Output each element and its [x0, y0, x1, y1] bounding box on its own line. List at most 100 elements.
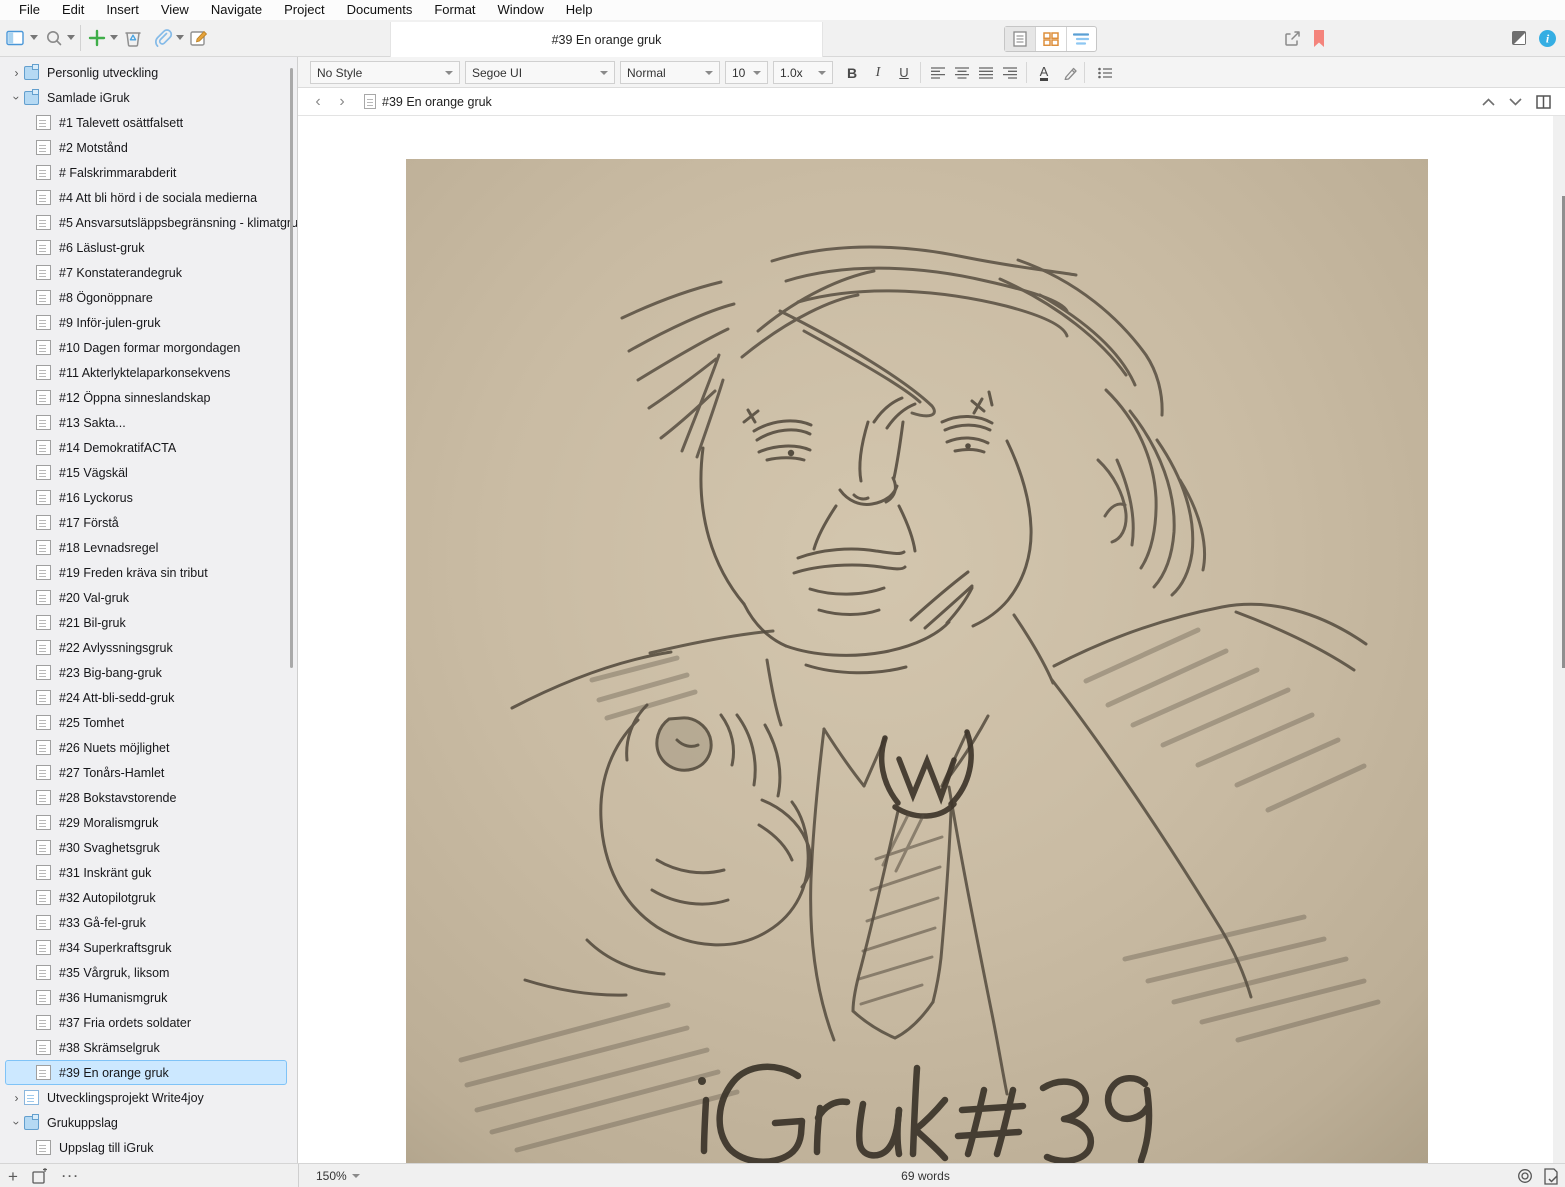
binder-item[interactable]: #7 Konstaterandegruk: [5, 260, 287, 285]
underline-button[interactable]: U: [892, 61, 916, 84]
binder-item[interactable]: #24 Att-bli-sedd-gruk: [5, 685, 287, 710]
binder-item[interactable]: #30 Svaghetsgruk: [5, 835, 287, 860]
binder-item[interactable]: ›Grukuppslag: [5, 1110, 287, 1135]
split-view-icon[interactable]: [1536, 95, 1551, 109]
list-format-button[interactable]: [1090, 61, 1124, 84]
binder-item[interactable]: #27 Tonårs-Hamlet: [5, 760, 287, 785]
menu-file[interactable]: File: [8, 0, 51, 20]
binder-add-icon[interactable]: +: [8, 1168, 18, 1185]
highlight-pen-icon[interactable]: [1058, 61, 1082, 84]
bookmark-icon[interactable]: [1308, 27, 1330, 49]
outline-view-button[interactable]: [1066, 27, 1096, 51]
font-size-dropdown[interactable]: 10: [725, 61, 768, 84]
bold-button[interactable]: B: [840, 61, 864, 84]
binder-item[interactable]: #25 Tomhet: [5, 710, 287, 735]
attach-paperclip-icon[interactable]: [152, 27, 174, 49]
binder-item[interactable]: #33 Gå-fel-gruk: [5, 910, 287, 935]
corkboard-view-button[interactable]: [1035, 27, 1065, 51]
binder-item[interactable]: #9 Inför-julen-gruk: [5, 310, 287, 335]
binder-item[interactable]: #4 Att bli hörd i de sociala medierna: [5, 185, 287, 210]
menu-edit[interactable]: Edit: [51, 0, 95, 20]
menu-project[interactable]: Project: [273, 0, 335, 20]
binder-add-group-icon[interactable]: [32, 1168, 48, 1184]
line-spacing-dropdown[interactable]: 1.0x: [773, 61, 833, 84]
style-dropdown[interactable]: No Style: [310, 61, 460, 84]
inspector-info-icon[interactable]: i: [1536, 27, 1558, 49]
align-center-icon[interactable]: [950, 61, 974, 84]
binder-item[interactable]: #11 Akterlyktelaparkonsekvens: [5, 360, 287, 385]
align-justify-icon[interactable]: [974, 61, 998, 84]
binder-item[interactable]: #39 En orange gruk: [5, 1060, 287, 1085]
menu-format[interactable]: Format: [423, 0, 486, 20]
binder-item[interactable]: #8 Ögonöppnare: [5, 285, 287, 310]
binder-item[interactable]: #28 Bokstavstorende: [5, 785, 287, 810]
document-check-icon[interactable]: [1543, 1168, 1559, 1185]
menu-window[interactable]: Window: [487, 0, 555, 20]
binder-item[interactable]: #6 Läslust-gruk: [5, 235, 287, 260]
chevron-expanded-icon[interactable]: ›: [10, 90, 24, 105]
binder-item[interactable]: #15 Vägskäl: [5, 460, 287, 485]
document-image[interactable]: [406, 159, 1428, 1163]
binder-item[interactable]: ›Utvecklingsprojekt Write4joy: [5, 1085, 287, 1110]
binder-toggle-icon[interactable]: [4, 27, 26, 49]
align-right-icon[interactable]: [998, 61, 1022, 84]
binder-item[interactable]: #35 Vårgruk, liksom: [5, 960, 287, 985]
forward-icon[interactable]: ›: [330, 93, 354, 111]
binder-item[interactable]: #14 DemokratifACTA: [5, 435, 287, 460]
binder-item[interactable]: #21 Bil-gruk: [5, 610, 287, 635]
binder-item[interactable]: #10 Dagen formar morgondagen: [5, 335, 287, 360]
menu-help[interactable]: Help: [555, 0, 604, 20]
binder-scrollbar-thumb[interactable]: [290, 68, 293, 668]
binder-item[interactable]: #13 Sakta...: [5, 410, 287, 435]
binder-more-options-icon[interactable]: ···: [62, 1169, 80, 1183]
binder-item[interactable]: #32 Autopilotgruk: [5, 885, 287, 910]
search-icon[interactable]: [43, 27, 65, 49]
editor-scrollbar-track[interactable]: [1553, 116, 1565, 1163]
chevron-expanded-icon[interactable]: ›: [10, 1115, 24, 1130]
menu-navigate[interactable]: Navigate: [200, 0, 273, 20]
collapse-down-icon[interactable]: [1509, 98, 1522, 106]
add-caret-icon[interactable]: [110, 35, 118, 40]
document-tab[interactable]: #39 En orange gruk: [390, 22, 823, 57]
binder-item[interactable]: Uppslag till iGruk: [5, 1135, 287, 1160]
binder-item[interactable]: #16 Lyckorus: [5, 485, 287, 510]
binder-toggle-caret-icon[interactable]: [30, 35, 38, 40]
menu-insert[interactable]: Insert: [95, 0, 150, 20]
italic-button[interactable]: I: [866, 61, 890, 84]
quick-new-compose-icon[interactable]: [188, 27, 210, 49]
collapse-up-icon[interactable]: [1482, 98, 1495, 106]
binder-item[interactable]: #22 Avlyssningsgruk: [5, 635, 287, 660]
binder-item[interactable]: #31 Inskränt guk: [5, 860, 287, 885]
binder-item[interactable]: #20 Val-gruk: [5, 585, 287, 610]
font-dropdown[interactable]: Segoe UI: [465, 61, 615, 84]
binder-item[interactable]: #17 Förstå: [5, 510, 287, 535]
binder-item[interactable]: #23 Big-bang-gruk: [5, 660, 287, 685]
document-view-button[interactable]: [1005, 27, 1035, 51]
binder-item[interactable]: #2 Motstånd: [5, 135, 287, 160]
binder-item[interactable]: #5 Ansvarsutsläppsbegränsning - klimatgr…: [5, 210, 287, 235]
binder-item[interactable]: #12 Öppna sinneslandskap: [5, 385, 287, 410]
binder-item[interactable]: # Falskrimmarabderit: [5, 160, 287, 185]
binder-item[interactable]: ›Personlig utveckling: [5, 60, 287, 85]
text-color-button[interactable]: A: [1032, 61, 1056, 84]
menu-view[interactable]: View: [150, 0, 200, 20]
back-icon[interactable]: ‹: [306, 93, 330, 111]
menu-documents[interactable]: Documents: [336, 0, 424, 20]
focus-target-icon[interactable]: [1517, 1168, 1533, 1184]
attach-caret-icon[interactable]: [176, 35, 184, 40]
chevron-collapsed-icon[interactable]: ›: [9, 66, 24, 80]
binder-item[interactable]: ›Samlade iGruk: [5, 85, 287, 110]
compose-mode-icon[interactable]: [1508, 27, 1530, 49]
binder-item[interactable]: #37 Fria ordets soldater: [5, 1010, 287, 1035]
binder-item[interactable]: #38 Skrämselgruk: [5, 1035, 287, 1060]
add-icon[interactable]: [86, 27, 108, 49]
binder-item[interactable]: #36 Humanismgruk: [5, 985, 287, 1010]
share-icon[interactable]: [1281, 27, 1303, 49]
binder-item[interactable]: #1 Talevett osättfalsett: [5, 110, 287, 135]
binder-item[interactable]: #29 Moralismgruk: [5, 810, 287, 835]
search-caret-icon[interactable]: [67, 35, 75, 40]
font-variant-dropdown[interactable]: Normal: [620, 61, 720, 84]
binder-item[interactable]: #26 Nuets möjlighet: [5, 735, 287, 760]
chevron-collapsed-icon[interactable]: ›: [9, 1091, 24, 1105]
align-left-icon[interactable]: [926, 61, 950, 84]
